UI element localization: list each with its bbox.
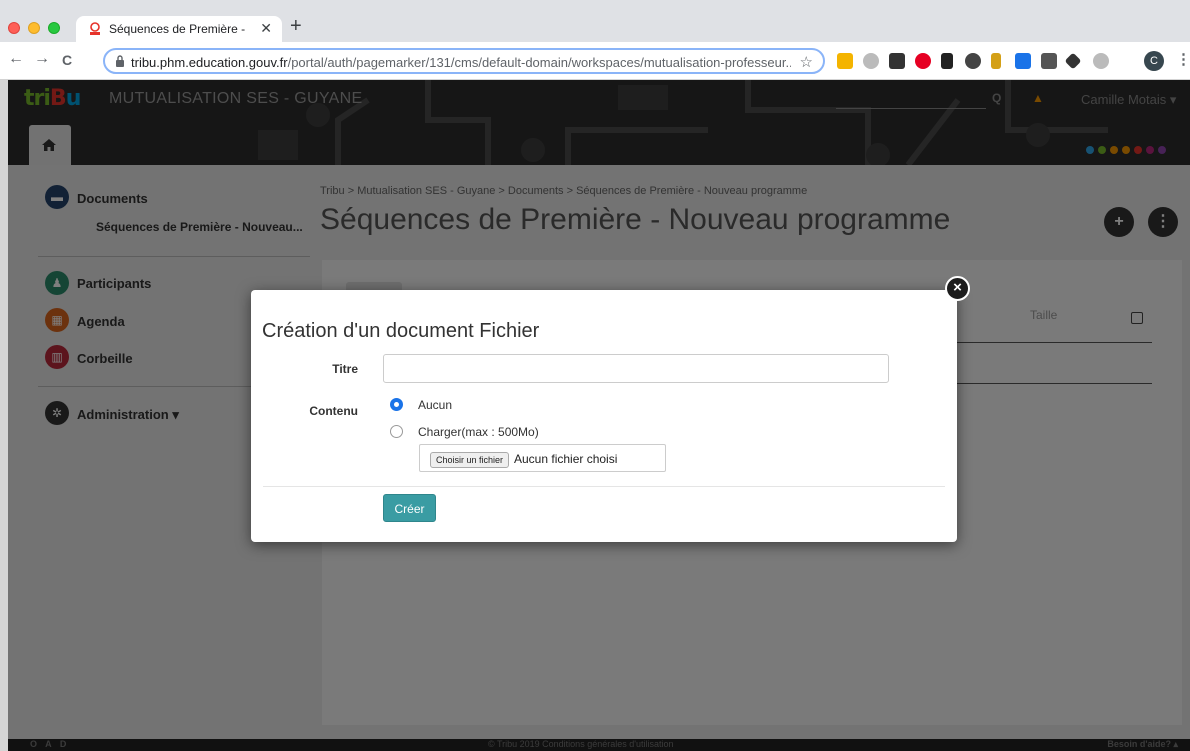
- extension-icon[interactable]: [1064, 52, 1082, 70]
- tab-title: Séquences de Première - Nouv: [109, 22, 249, 36]
- extension-icon[interactable]: [965, 53, 981, 69]
- extension-icon[interactable]: [991, 53, 1001, 69]
- content-option-upload-radio[interactable]: [390, 425, 403, 438]
- create-file-dialog: Création d'un document Fichier Titre Con…: [251, 290, 957, 542]
- choose-file-button[interactable]: Choisir un fichier: [430, 452, 510, 468]
- content-label: Contenu: [309, 404, 358, 418]
- bookmark-star-icon[interactable]: ☆: [800, 53, 813, 71]
- content-option-none-radio[interactable]: [390, 398, 403, 411]
- browser-menu-icon[interactable]: ⋮: [1176, 50, 1190, 68]
- create-button[interactable]: Créer: [383, 494, 436, 522]
- url-text: tribu.phm.education.gouv.fr/portal/auth/…: [131, 55, 791, 70]
- extension-icon[interactable]: [837, 53, 853, 69]
- window-minimize-button[interactable]: [28, 22, 40, 34]
- new-tab-button[interactable]: +: [290, 15, 302, 38]
- extension-icon[interactable]: [941, 53, 953, 69]
- extension-icon[interactable]: [863, 53, 879, 69]
- forward-icon[interactable]: →: [34, 50, 50, 68]
- url-path: /portal/auth/pagemarker/131/cms/default-…: [287, 55, 791, 70]
- title-input[interactable]: [383, 354, 889, 383]
- dialog-title: Création d'un document Fichier: [262, 320, 540, 342]
- site-favicon-icon: [90, 22, 100, 35]
- file-status-text: Aucun fichier choisi: [514, 452, 618, 466]
- address-bar[interactable]: tribu.phm.education.gouv.fr/portal/auth/…: [103, 48, 825, 74]
- dialog-close-icon[interactable]: ×: [945, 276, 970, 301]
- back-icon[interactable]: ←: [8, 50, 24, 68]
- extension-icon[interactable]: [889, 53, 905, 69]
- title-label: Titre: [332, 362, 358, 376]
- content-option-none-label[interactable]: Aucun: [418, 398, 452, 412]
- profile-avatar[interactable]: C: [1144, 51, 1164, 71]
- window-close-button[interactable]: [8, 22, 20, 34]
- reload-icon[interactable]: C: [62, 52, 72, 68]
- browser-toolbar: ← → C tribu.phm.education.gouv.fr/portal…: [0, 42, 1190, 80]
- pinterest-extension-icon[interactable]: [915, 53, 931, 69]
- lock-icon: [116, 55, 124, 67]
- tab-close-icon[interactable]: ✕: [260, 20, 272, 37]
- content-option-upload-label[interactable]: Charger(max : 500Mo): [418, 425, 539, 439]
- window-maximize-button[interactable]: [48, 22, 60, 34]
- extension-icon[interactable]: [1015, 53, 1031, 69]
- file-upload-field: Choisir un fichier Aucun fichier choisi: [419, 444, 666, 472]
- dialog-divider: [263, 486, 945, 487]
- url-host: tribu.phm.education.gouv.fr: [131, 55, 288, 70]
- extension-icon[interactable]: [1041, 53, 1057, 69]
- browser-tab-bar: Séquences de Première - Nouv ✕ +: [0, 0, 1190, 42]
- browser-tab[interactable]: Séquences de Première - Nouv ✕: [76, 16, 282, 42]
- extension-icon[interactable]: [1093, 53, 1109, 69]
